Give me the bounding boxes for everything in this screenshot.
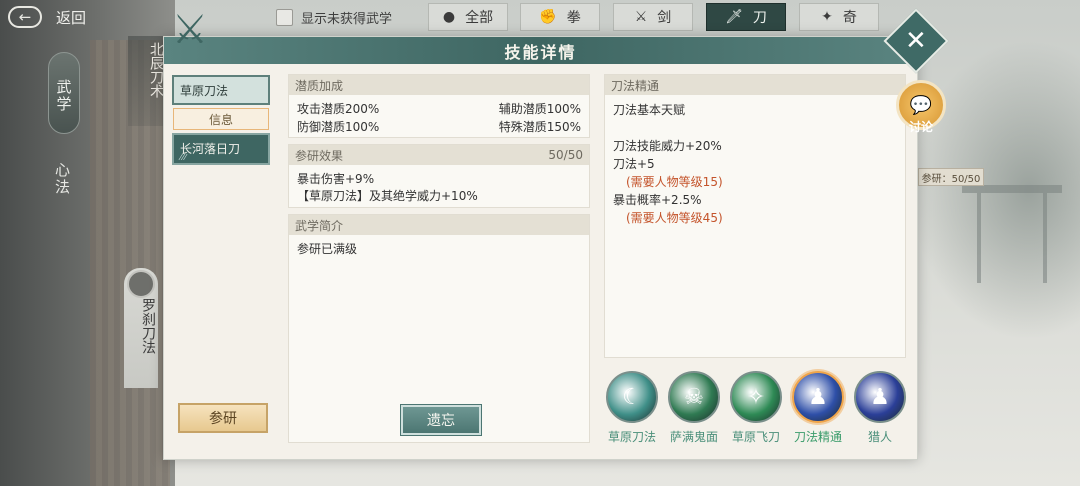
skill-list: 草原刀法 信息 长河落日刀 ⁄⁄⁄ (172, 75, 270, 165)
tab-label: 拳 (566, 10, 581, 26)
potential-panel: 潜质加成 攻击潜质200% 辅助潜质100% 防御潜质100% 特殊潜质150% (288, 74, 590, 138)
sword-marks-icon: ⁄⁄⁄ (180, 153, 188, 162)
blade-icon: 🗡 (725, 9, 743, 25)
sword-icon: ⚔ (634, 9, 648, 25)
mastery-line: 刀法技能威力+20% (613, 139, 722, 153)
discuss-label: 讨论 (908, 120, 933, 134)
tab-special[interactable]: ✦ 奇 (799, 3, 879, 31)
mastery-line: 暴击概率+2.5% (613, 193, 702, 207)
mastery-line: 刀法基本天赋 (613, 103, 686, 117)
background-pavilion (962, 185, 1062, 283)
nav-wuxue[interactable]: 武学 (48, 52, 80, 134)
side-book-beichen[interactable]: 北辰刀术 (128, 36, 166, 126)
mastery-line: 刀法+5 (613, 157, 655, 171)
chat-bubble-icon: 💬 (909, 94, 933, 116)
skill-icon-row: ☾ 草原刀法 ☠ 萨满鬼面 ✧ 草原飞刀 ♟ 刀法精通 ♟ 猎人 (604, 371, 910, 451)
skill-icon-label: 草原刀法 (607, 430, 656, 444)
skill-icon-label: 猎人 (867, 430, 892, 444)
side-book-label: 罗刹刀法 (140, 298, 156, 354)
tab-label: 全部 (465, 10, 494, 26)
panel-header: 参研效果 50/50 (289, 145, 589, 165)
panel-header: 刀法精通 (605, 75, 905, 95)
level-requirement: (需要人物等级15) (626, 175, 723, 189)
checkbox[interactable] (276, 9, 293, 26)
mastery-figure-icon[interactable]: ♟ (792, 371, 844, 423)
tab-label: 刀 (752, 10, 767, 26)
research-effect-header: 参研效果 (295, 148, 344, 163)
skill-entry-label: 草原刀法 (180, 84, 229, 98)
special-potential: 特殊潜质150% (498, 120, 581, 134)
fist-icon: ✊ (539, 9, 557, 25)
tab-sword[interactable]: ⚔ 剑 (613, 3, 693, 31)
skill-icon-label: 刀法精通 (793, 430, 842, 444)
show-unobtained-toggle[interactable]: 显示未获得武学 (276, 8, 392, 27)
side-book-luocha[interactable]: 罗刹刀法 (124, 268, 158, 388)
panel-header: 武学简介 (289, 215, 589, 235)
research-badge: 参研：50/50 (918, 168, 984, 186)
tab-label: 剑 (657, 10, 672, 26)
mastery-panel: 刀法精通 刀法基本天赋刀法技能威力+20% 刀法+5 (需要人物等级15) 暴击概率+… (604, 74, 906, 358)
research-button[interactable]: 参研 (178, 403, 268, 433)
shuriken-icon: ✦ (821, 9, 833, 25)
back-label: 返回 (56, 8, 87, 27)
flying-knife-icon[interactable]: ✧ (730, 371, 782, 423)
bag-icon: ● (442, 9, 456, 25)
demon-mask-icon[interactable]: ☠ (668, 371, 720, 423)
skill-icon-label: 萨满鬼面 (669, 430, 718, 444)
skill-entry-caoyuan[interactable]: 草原刀法 (172, 75, 270, 105)
arrow-left-icon: ← (8, 6, 42, 28)
info-tab[interactable]: 信息 (173, 108, 269, 130)
attack-potential: 攻击潜质200% (297, 102, 380, 116)
hunter-figure-icon[interactable]: ♟ (854, 371, 906, 423)
blade-icon (127, 270, 155, 298)
forget-button[interactable]: 遗忘 (400, 404, 482, 436)
research-effect-panel: 参研效果 50/50 暴击伤害+9% 【草原刀法】及其绝学威力+10% (288, 144, 590, 208)
research-effect-body: 暴击伤害+9% 【草原刀法】及其绝学威力+10% (289, 165, 589, 211)
support-potential: 辅助潜质100% (498, 102, 581, 116)
tab-all[interactable]: ● 全部 (428, 3, 508, 31)
tab-fist[interactable]: ✊ 拳 (520, 3, 600, 31)
intro-body: 参研已满级 (297, 242, 358, 256)
defense-potential: 防御潜质100% (297, 120, 380, 134)
panel-header: 潜质加成 (289, 75, 589, 95)
nav-wuxue-label: 武学 (54, 79, 73, 113)
level-requirement: (需要人物等级45) (626, 211, 723, 225)
modal-header: ⚔ 技能详情 (164, 7, 917, 64)
tab-label: 奇 (842, 10, 857, 26)
mastery-header: 刀法精通 (611, 78, 660, 93)
crescent-blade-icon[interactable]: ☾ (606, 371, 658, 423)
intro-header: 武学简介 (295, 218, 344, 233)
skill-entry-label: 长河落日刀 (180, 142, 241, 156)
tab-blade[interactable]: 🗡 刀 (706, 3, 786, 31)
effect-line: 【草原刀法】及其绝学威力+10% (297, 189, 478, 203)
skill-detail-modal: ⚔ 技能详情 草原刀法 信息 长河落日刀 ⁄⁄⁄ 参研 潜质加成 攻击潜质200… (163, 7, 918, 460)
mastery-body: 刀法基本天赋刀法技能威力+20% 刀法+5 (需要人物等级15) 暴击概率+2.5% (… (605, 95, 905, 233)
skill-entry-changhe[interactable]: 长河落日刀 ⁄⁄⁄ (172, 133, 270, 165)
nav-xinfa[interactable]: 心法 (52, 162, 73, 196)
show-unobtained-label: 显示未获得武学 (301, 12, 393, 27)
modal-title: 技能详情 (504, 42, 577, 62)
sword-ornament-icon: ⚔ (172, 7, 210, 53)
potential-header: 潜质加成 (295, 78, 344, 93)
mastery-line (613, 119, 897, 137)
research-progress: 50/50 (548, 148, 583, 162)
potential-values: 攻击潜质200% 辅助潜质100% 防御潜质100% 特殊潜质150% (289, 95, 589, 142)
effect-line: 暴击伤害+9% (297, 172, 375, 186)
close-icon: ✕ (905, 25, 927, 56)
back-button[interactable]: ← 返回 (8, 3, 118, 31)
skill-icon-label: 草原飞刀 (731, 430, 780, 444)
